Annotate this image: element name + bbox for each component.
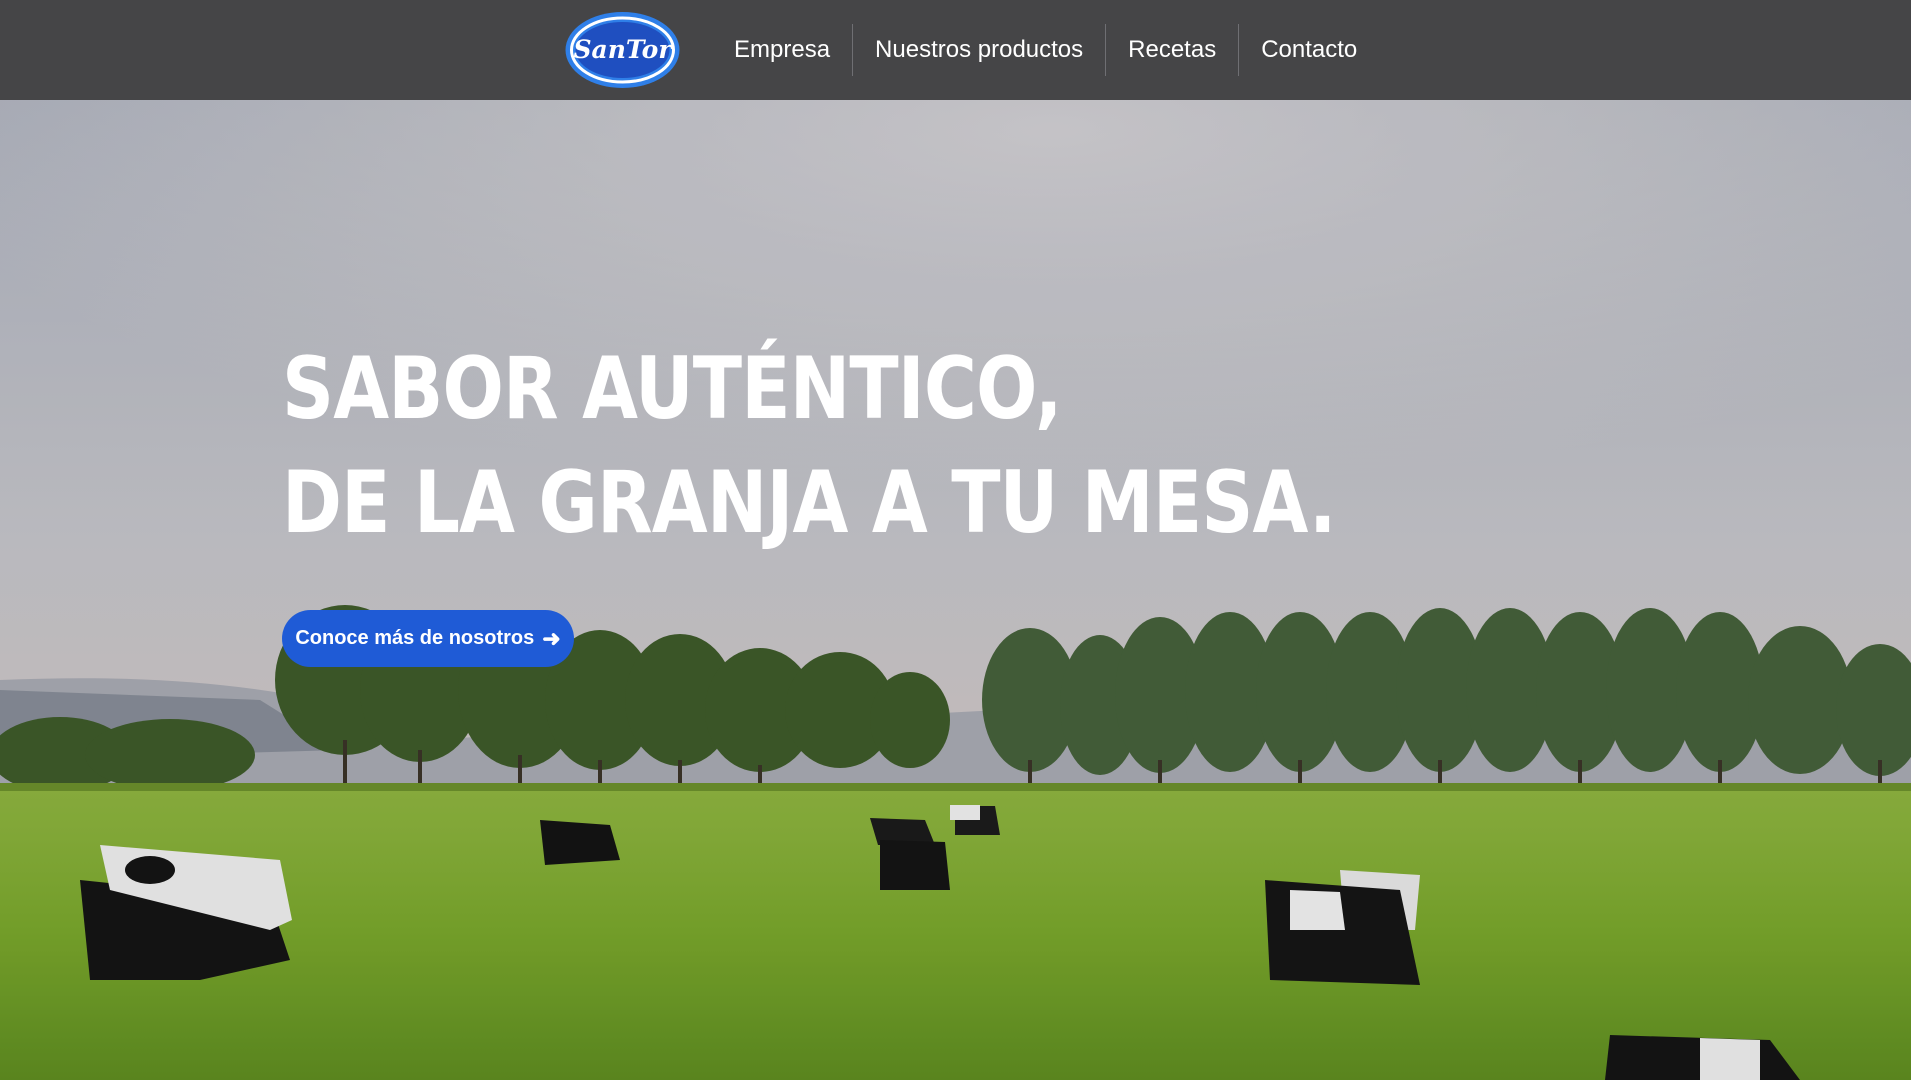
top-navigation-bar: SanTor Empresa Nuestros productos Receta…	[0, 0, 1911, 100]
cta-label: Conoce más de nosotros	[295, 627, 535, 649]
learn-more-button[interactable]: Conoce más de nosotros ➜	[282, 610, 574, 667]
nav-recetas[interactable]: Recetas	[1106, 24, 1240, 76]
headline-line-2: DE LA GRANJA A TU MESA.	[282, 453, 1336, 553]
nav-nuestros-productos[interactable]: Nuestros productos	[853, 24, 1107, 76]
arrow-right-icon: ➜	[542, 625, 561, 651]
hero-section: SABOR AUTÉNTICO, DE LA GRANJA A TU MESA.…	[0, 100, 1911, 1080]
hero-background-image	[0, 100, 1911, 1080]
headline-line-1: SABOR AUTÉNTICO,	[282, 339, 1062, 439]
hero-headline: SABOR AUTÉNTICO, DE LA GRANJA A TU MESA.	[282, 332, 1336, 560]
nav-contacto[interactable]: Contacto	[1239, 24, 1379, 76]
logo-text: SanTor	[573, 35, 673, 64]
santor-logo[interactable]: SanTor	[564, 11, 681, 89]
nav-empresa[interactable]: Empresa	[712, 24, 854, 76]
main-nav: Empresa Nuestros productos Recetas Conta…	[712, 24, 1379, 76]
